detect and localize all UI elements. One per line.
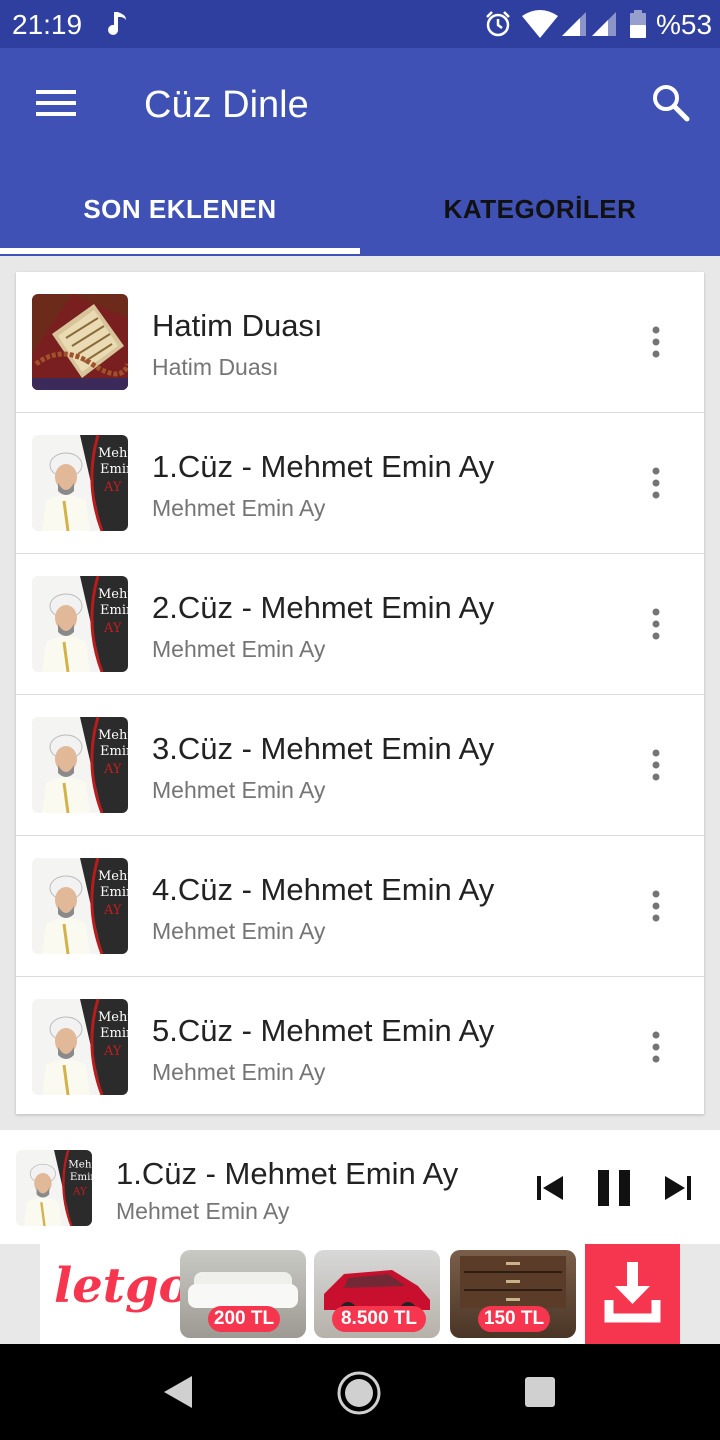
tab-son-eklenen[interactable]: SON EKLENEN xyxy=(0,180,360,256)
svg-text:Emin: Emin xyxy=(70,1171,92,1183)
more-vert-icon[interactable] xyxy=(646,465,666,501)
svg-text:Emin: Emin xyxy=(100,744,128,759)
mini-player[interactable]: Mehmet Emin AY 1.Cüz - Mehmet Emin Ay Me… xyxy=(0,1130,720,1244)
svg-text:AY: AY xyxy=(103,480,122,495)
reciter-portrait-image: Mehmet Emin AY xyxy=(32,576,128,672)
reciter-portrait-image: Mehmet Emin AY xyxy=(32,999,128,1095)
list-item[interactable]: Mehmet Emin AY 5.Cüz - Mehmet Emin Ay Me… xyxy=(16,977,704,1114)
recents-icon[interactable] xyxy=(524,1376,556,1408)
svg-text:AY: AY xyxy=(103,903,122,918)
reciter-portrait-image: Mehmet Emin AY xyxy=(32,717,128,813)
download-icon xyxy=(604,1262,661,1323)
reciter-portrait-image: Mehmet Emin AY xyxy=(16,1150,92,1226)
item-title: 3.Cüz - Mehmet Emin Ay xyxy=(152,731,495,766)
list-item[interactable]: Mehmet Emin AY 2.Cüz - Mehmet Emin Ay Me… xyxy=(16,554,704,695)
more-vert-icon[interactable] xyxy=(646,1029,666,1065)
svg-text:Emin: Emin xyxy=(100,603,128,618)
svg-text:Emin: Emin xyxy=(100,1026,128,1041)
ad-price-badge: 200 TL xyxy=(208,1306,280,1332)
skip-previous-icon[interactable] xyxy=(534,1172,566,1204)
signal-icon xyxy=(562,12,586,36)
app-bar: Cüz Dinle SON EKLENEN KATEGORİLER xyxy=(0,48,720,256)
more-vert-icon[interactable] xyxy=(646,747,666,783)
item-subtitle: Mehmet Emin Ay xyxy=(152,636,326,662)
status-bar: 21:19 %53 xyxy=(0,0,720,48)
reciter-portrait-image: Mehmet Emin AY xyxy=(32,435,128,531)
player-title: 1.Cüz - Mehmet Emin Ay xyxy=(116,1156,459,1191)
item-title: 5.Cüz - Mehmet Emin Ay xyxy=(152,1013,495,1048)
item-subtitle: Hatim Duası xyxy=(152,354,279,380)
music-icon xyxy=(108,12,126,35)
more-vert-icon[interactable] xyxy=(646,606,666,642)
quran-rosary-image xyxy=(32,294,128,390)
skip-next-icon[interactable] xyxy=(662,1172,694,1204)
ad-product-card[interactable]: 150 TL xyxy=(450,1250,576,1338)
tab-kategoriler[interactable]: KATEGORİLER xyxy=(360,180,720,256)
reciter-portrait-image: Mehmet Emin AY xyxy=(32,858,128,954)
ad-product-card[interactable]: 8.500 TL xyxy=(314,1250,440,1338)
track-list: Hatim Duası Hatim Duası Mehmet Emin AY 1… xyxy=(16,272,704,1114)
item-subtitle: Mehmet Emin Ay xyxy=(152,495,326,521)
svg-text:Mehmet: Mehmet xyxy=(98,869,128,884)
item-title: 4.Cüz - Mehmet Emin Ay xyxy=(152,872,495,907)
svg-text:Emin: Emin xyxy=(100,462,128,477)
battery-percentage: %53 xyxy=(656,9,713,40)
menu-icon[interactable] xyxy=(36,88,76,118)
player-subtitle: Mehmet Emin Ay xyxy=(116,1198,290,1224)
tab-indicator xyxy=(0,248,360,254)
thumbnail: Mehmet Emin AY xyxy=(32,576,128,672)
ad-price-badge: 150 TL xyxy=(478,1306,550,1332)
thumbnail: Mehmet Emin AY xyxy=(32,999,128,1095)
thumbnail: Mehmet Emin AY xyxy=(32,858,128,954)
status-time: 21:19 xyxy=(12,9,83,40)
ad-product-card[interactable]: 200 TL xyxy=(180,1250,306,1338)
list-item[interactable]: Hatim Duası Hatim Duası xyxy=(16,272,704,413)
svg-text:AY: AY xyxy=(72,1185,87,1197)
ad-download-button[interactable] xyxy=(585,1244,680,1344)
thumbnail xyxy=(32,294,128,390)
home-icon[interactable] xyxy=(336,1370,382,1416)
item-subtitle: Mehmet Emin Ay xyxy=(152,918,326,944)
item-title: Hatim Duası xyxy=(152,308,323,343)
svg-text:AY: AY xyxy=(103,762,122,777)
player-thumbnail: Mehmet Emin AY xyxy=(16,1150,92,1226)
alarm-icon xyxy=(486,11,510,37)
item-title: 2.Cüz - Mehmet Emin Ay xyxy=(152,590,495,625)
ad-brand-logo: letgo xyxy=(54,1258,191,1314)
pause-icon[interactable] xyxy=(594,1168,634,1208)
signal-icon xyxy=(592,12,616,36)
battery-icon xyxy=(630,10,646,38)
svg-text:Mehmet: Mehmet xyxy=(68,1158,92,1170)
svg-text:Mehmet: Mehmet xyxy=(98,1010,128,1025)
svg-text:AY: AY xyxy=(103,1044,122,1059)
svg-text:Mehmet: Mehmet xyxy=(98,728,128,743)
more-vert-icon[interactable] xyxy=(646,324,666,360)
search-icon[interactable] xyxy=(650,82,690,122)
item-subtitle: Mehmet Emin Ay xyxy=(152,1059,326,1085)
thumbnail: Mehmet Emin AY xyxy=(32,717,128,813)
back-icon[interactable] xyxy=(160,1374,196,1410)
system-nav-bar xyxy=(0,1344,720,1440)
app-title: Cüz Dinle xyxy=(144,84,309,126)
wifi-icon xyxy=(522,10,558,38)
list-item[interactable]: Mehmet Emin AY 3.Cüz - Mehmet Emin Ay Me… xyxy=(16,695,704,836)
list-item[interactable]: Mehmet Emin AY 1.Cüz - Mehmet Emin Ay Me… xyxy=(16,413,704,554)
list-item[interactable]: Mehmet Emin AY 4.Cüz - Mehmet Emin Ay Me… xyxy=(16,836,704,977)
svg-text:Mehmet: Mehmet xyxy=(98,446,128,461)
svg-text:Emin: Emin xyxy=(100,885,128,900)
thumbnail: Mehmet Emin AY xyxy=(32,435,128,531)
svg-text:AY: AY xyxy=(103,621,122,636)
ad-banner[interactable]: letgo 200 TL 8.500 TL 150 TL xyxy=(40,1244,680,1344)
svg-text:Mehmet: Mehmet xyxy=(98,587,128,602)
item-title: 1.Cüz - Mehmet Emin Ay xyxy=(152,449,495,484)
ad-price-badge: 8.500 TL xyxy=(332,1306,426,1332)
more-vert-icon[interactable] xyxy=(646,888,666,924)
item-subtitle: Mehmet Emin Ay xyxy=(152,777,326,803)
